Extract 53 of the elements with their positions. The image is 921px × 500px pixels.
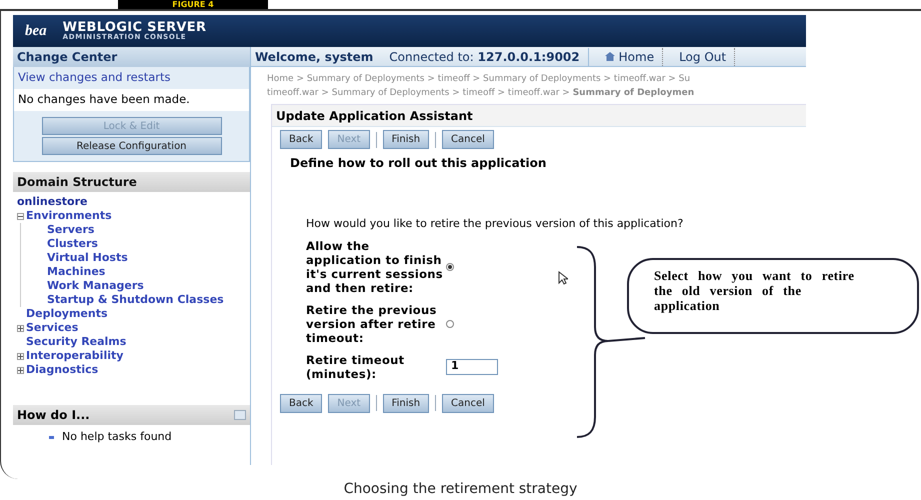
expand-icon[interactable] [17,366,24,374]
section-header: Domain Structure [13,172,250,192]
tree-item[interactable]: Startup & Shutdown Classes [47,293,224,306]
expand-icon[interactable] [17,324,24,332]
logo: bea [25,22,47,41]
wizard-button[interactable]: Cancel [442,130,494,149]
assistant-title: Update Application Assistant [272,105,806,127]
wizard-button[interactable]: Back [280,130,322,149]
welcome-text: Welcome, system [254,48,374,66]
figure-caption: Choosing the retirement strategy [342,480,578,499]
radio-button[interactable] [446,320,454,328]
timeout-field[interactable]: 1 [446,358,498,374]
option-label: Retire the previous version after retire timeout: [306,302,438,344]
section-title: How do I... [17,407,90,424]
changes-link[interactable]: View changes and restarts [14,67,249,89]
header-link[interactable]: Home [596,48,664,66]
change-center-button[interactable]: Release Configuration [42,137,222,155]
tree-item[interactable]: Machines [47,265,106,278]
wizard-button[interactable]: Finish [382,130,430,149]
status-message: No changes have been made. [14,89,249,111]
tree-item[interactable]: Virtual Hosts [47,251,128,264]
help-text: No help tasks found [62,429,172,445]
figure-label: FIGURE 4 [118,0,268,9]
home-icon [604,52,615,61]
expand-icon[interactable] [17,352,24,360]
callout-bubble: Select how you want to retire the old version of the application [627,258,919,334]
app-title: WEBLOGIC SERVER [62,21,206,34]
section-header: Change Center [13,47,250,67]
wizard-button[interactable]: Cancel [442,394,494,412]
tree-item[interactable]: Work Managers [47,279,144,292]
radio-button[interactable] [446,262,454,270]
tree-item[interactable]: Clusters [47,237,98,250]
wizard-button[interactable]: Finish [382,394,430,412]
breadcrumb[interactable]: timeoff.war > Summary of Deployments > timeoff > timeoff.war > Summary of Deploymen [267,86,790,100]
pointer-icon [558,271,568,285]
connection-text: Connected to: 127.0.0.1:9002 [389,48,589,66]
section-heading: Define how to roll out this application [289,155,548,172]
tree-root[interactable]: onlinestore [17,195,246,209]
tree-item[interactable]: Servers [47,223,94,236]
tree-item[interactable]: Interoperability [26,349,124,363]
option-label: Allow the application to finish it's current sessions and then retire: [306,238,444,294]
tree-item[interactable]: Security Realms [26,335,126,349]
question-text: How would you like to retire the previous version of this application? [305,216,684,232]
tree-item[interactable]: Services [26,321,78,335]
tree-item[interactable]: Deployments [26,307,108,321]
collapse-icon[interactable] [17,212,24,220]
header-link[interactable]: Log Out [671,48,736,66]
option-label: Retire timeout (minutes): [306,352,406,380]
breadcrumb[interactable]: Home > Summary of Deployments > timeoff > Summary of Deployments > timeoff.war > Su [267,72,790,86]
tree-item[interactable]: Environments [26,209,112,223]
bullet-icon [49,436,54,439]
wizard-button[interactable]: Back [280,394,322,412]
tree-item[interactable]: Diagnostics [26,363,98,377]
